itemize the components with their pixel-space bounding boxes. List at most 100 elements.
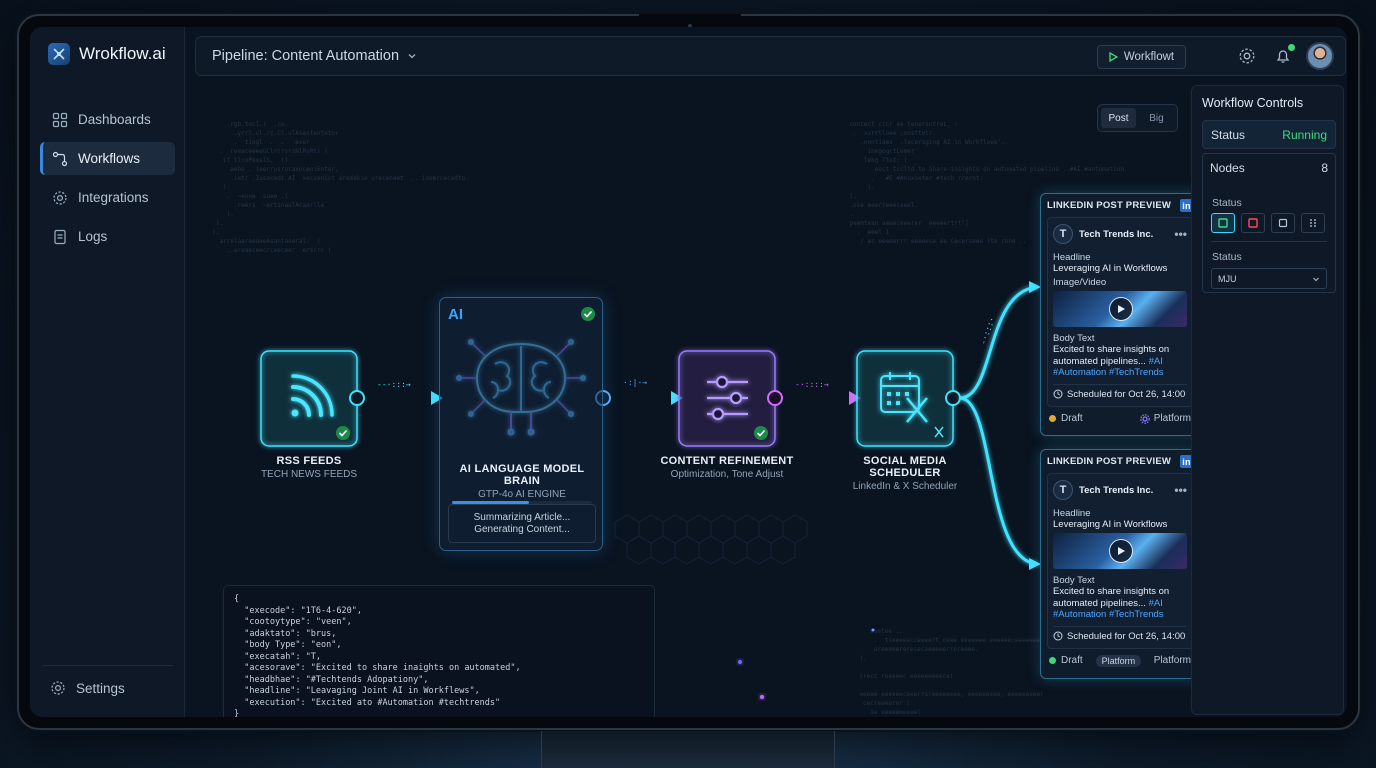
company-logo-icon: T [1053,480,1073,500]
grid-menu-icon[interactable] [1301,213,1325,233]
preview-footer: Draft Platform [1041,407,1199,431]
ai-node-label: AI LANGUAGE MODEL BRAIN GTP-4o AI ENGINE [440,463,604,500]
sidebar-item-label: Dashboards [78,112,151,127]
linkedin-preview-card-1[interactable]: LINKEDIN POST PREVIEW in T Tech Trends I… [1040,193,1200,436]
json-close-brace: } [234,709,240,717]
preview-header: LINKEDIN POST PREVIEW in [1041,450,1199,473]
ai-status-box: Summarizing Article... Generating Conten… [448,504,596,543]
json-line: "body Type": "eon", [244,640,342,650]
status-green-button[interactable] [1211,213,1235,233]
pipeline-label: Pipeline: Content Automation [212,48,400,64]
media-thumbnail[interactable] [1053,291,1187,327]
refine-check-icon [754,426,768,440]
rss-node-label: RSS FEEDS TECH NEWS FEEDS [229,455,389,480]
preview-footer: Draft Platform Platform [1041,649,1199,673]
status-select-value: MJU [1218,273,1237,284]
json-line: "headline": "Leavaging Joint AI in Workf… [244,686,480,696]
preview-header-label: LINKEDIN POST PREVIEW [1047,456,1172,467]
headline-label: Headline [1053,252,1091,263]
linkedin-preview-card-2[interactable]: LINKEDIN POST PREVIEW in T Tech Trends I… [1040,449,1200,679]
sidebar-item-workflows[interactable]: Workflows [40,142,175,175]
sidebar-divider [42,665,173,666]
scheduler-title-line2: SCHEDULER [869,467,941,479]
rss-check-icon [336,426,350,440]
company-name: Tech Trends Inc. [1079,228,1154,240]
status-row[interactable]: Status Running [1202,120,1336,149]
schedule-row: Scheduled for Oct 26, 14:00 [1053,383,1187,400]
brand[interactable]: Wrokflow.ai [48,43,166,65]
refine-title: CONTENT REFINEMENT [660,455,794,467]
preview-header: LINKEDIN POST PREVIEW in [1041,194,1199,217]
notification-dot [1288,44,1295,51]
monitor-stand [541,731,835,768]
run-button-label: Workflowt [1123,51,1175,63]
workflow-controls-panel: Workflow Controls Status Running Nodes 8… [1191,85,1344,715]
json-line: "execatah": "T, [244,651,322,662]
ai-brain-node[interactable]: AI AI LANGUAGE MODEL BRAIN GTP-4o AI ENG… [439,297,603,551]
body-text: Excited to share insights on automated p… [1053,344,1170,378]
json-line: "adaktato": "brus, [244,628,337,639]
platform-pill[interactable]: Platform [1095,654,1142,667]
play-icon[interactable] [1109,297,1133,321]
settings-link[interactable]: Settings [50,680,125,696]
schedule-row: Scheduled for Oct 26, 14:00 [1053,625,1187,642]
settings-gear-icon[interactable] [1238,47,1256,65]
sidebar-item-label: Workflows [78,151,141,166]
status-text: Draft [1061,655,1083,666]
svg-text:·:|·→: ·:|·→ [623,378,647,387]
gear-icon [53,190,67,205]
top-bar: Pipeline: Content Automation Workflowt [195,36,1346,76]
clock-icon [1053,631,1063,641]
svg-text:--·:::→: --·:::→ [377,380,411,389]
ai-check-icon [581,307,595,321]
run-workflow-button[interactable]: Workflowt [1097,45,1186,69]
ai-status-line2: Generating Content... [474,524,570,535]
more-options-icon[interactable]: ••• [1174,227,1187,241]
json-line: "execution": "Excited ato #Automation #t… [244,697,501,708]
more-options-icon[interactable]: ••• [1174,483,1187,497]
play-icon[interactable] [1109,539,1133,563]
grid-icon [52,112,68,127]
status-neutral-button[interactable] [1271,213,1295,233]
body-label: Body Text [1053,333,1095,344]
json-output-panel[interactable]: { "execode": "1T6-4-620", "cootoytype": … [223,585,655,717]
schedule-text: Scheduled for Oct 26, 14:00 [1067,630,1186,642]
platform-label[interactable]: Platform [1139,413,1191,424]
controls-divider [1211,241,1327,242]
sidebar-item-dashboards[interactable]: Dashboards [40,103,175,136]
platform-label[interactable]: Platform [1154,655,1191,666]
company-name: Tech Trends Inc. [1079,484,1154,496]
brand-name: Wrokflow.ai [79,44,166,63]
controls-title: Workflow Controls [1202,96,1304,110]
settings-label: Settings [76,680,125,696]
sidebar-nav: Dashboards Workflows Integrations Logs [40,103,175,259]
status-select[interactable]: MJU [1211,268,1327,289]
monitor-frame: Wrokflow.ai Dashboards Workflows Integra… [17,14,1360,730]
rss-title: RSS FEEDS [276,455,342,467]
workflow-canvas[interactable]: .rgb.tocl.( .co. .yrrl.cl.rc.Cl.ulAsente… [195,82,1200,717]
json-open-brace: { [234,594,240,604]
headline-value: Leveraging AI in Workflows [1053,263,1168,274]
sidebar-item-label: Logs [78,229,108,244]
json-line: "acesorave": "Excited to share inaights … [244,663,521,673]
document-icon [54,229,66,244]
sidebar-item-label: Integrations [78,190,149,205]
status-value: Running [1282,127,1327,142]
status-red-button[interactable] [1241,213,1265,233]
preview-header-label: LINKEDIN POST PREVIEW [1047,200,1172,211]
refine-subtitle: Optimization, Tone Adjust [670,469,784,480]
company-row: T Tech Trends Inc. ••• [1053,224,1187,244]
sidebar-item-integrations[interactable]: Integrations [40,181,175,214]
avatar[interactable] [1306,42,1334,70]
ai-subtitle: GTP-4o AI ENGINE [478,489,566,500]
pipeline-selector[interactable]: Pipeline: Content Automation [212,48,417,64]
ai-tag: AI [448,306,463,323]
status-text: Draft [1061,413,1083,424]
json-line: "execode": "1T6-4-620", [244,605,362,616]
media-thumbnail[interactable] [1053,533,1187,569]
scheduler-subtitle: LinkedIn & X Scheduler [852,481,958,492]
company-row: T Tech Trends Inc. ••• [1053,480,1187,500]
sidebar-item-logs[interactable]: Logs [40,220,175,253]
status2-label: Status [1212,197,1242,209]
chevron-down-icon [408,54,416,59]
